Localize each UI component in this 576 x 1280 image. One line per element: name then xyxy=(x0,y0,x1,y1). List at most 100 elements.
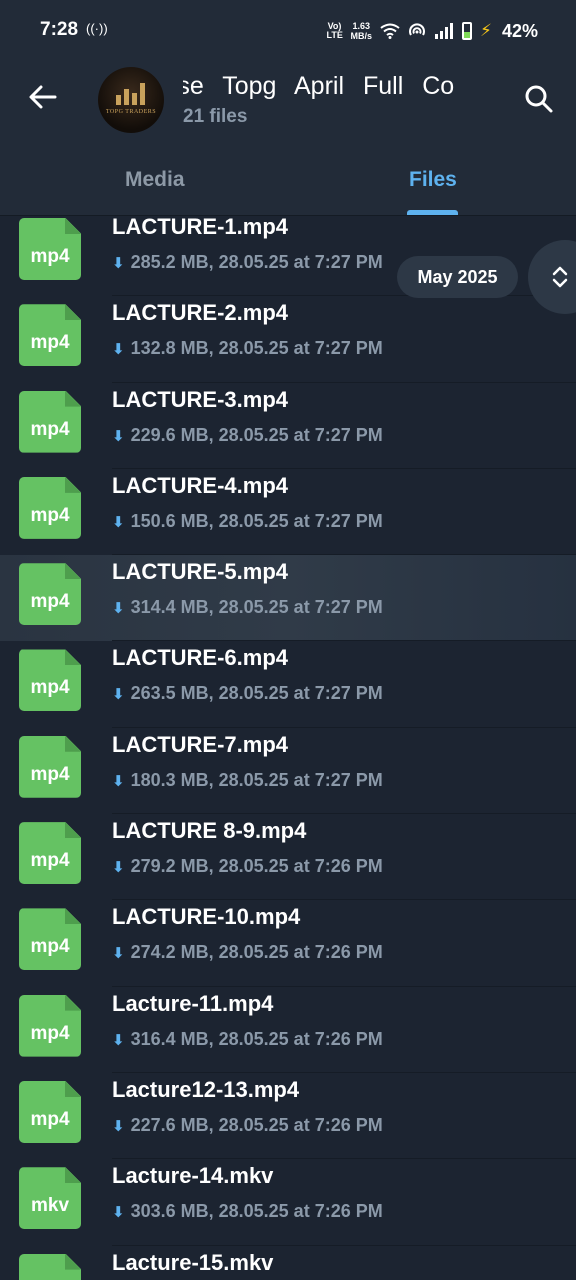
file-meta-text: 229.6 MB, 28.05.25 at 7:27 PM xyxy=(130,424,383,445)
search-icon xyxy=(525,85,553,113)
file-name: LACTURE-5.mp4 xyxy=(112,559,289,585)
file-list: mp4 LACTURE-1.mp4 ⬇ 285.2 MB, 28.05.25 at… xyxy=(0,216,576,1280)
status-bar: 7:28 ((·)) Vo) LTE 1.63 MB/s ⚡ 42% xyxy=(0,0,576,60)
charging-icon: ⚡ xyxy=(480,21,492,40)
file-name: LACTURE-3.mp4 xyxy=(112,386,289,412)
file-extension: mp4 xyxy=(30,504,70,526)
file-count: 21 files xyxy=(183,106,248,127)
file-meta-text: 263.5 MB, 28.05.25 at 7:27 PM xyxy=(130,683,383,704)
video-file-icon: mkv xyxy=(19,1253,81,1280)
file-extension: mp4 xyxy=(30,591,70,613)
download-arrow-icon: ⬇ xyxy=(112,945,125,963)
file-name: Lacture-15.mkv xyxy=(112,1249,274,1275)
date-section-pill: May 2025 xyxy=(397,256,518,298)
video-file-icon: mp4 xyxy=(19,649,81,712)
video-file-icon: mp4 xyxy=(19,476,81,539)
download-arrow-icon: ⬇ xyxy=(112,513,125,531)
tab-bar: Media Files xyxy=(0,154,576,216)
search-button[interactable] xyxy=(522,82,556,116)
file-meta-text: 274.2 MB, 28.05.25 at 7:26 PM xyxy=(130,942,383,963)
download-arrow-icon: ⬇ xyxy=(112,1117,125,1135)
file-row[interactable]: mp4 Lacture12-13.mp4 ⬇ 227.6 MB, 28.05.25… xyxy=(0,1073,576,1160)
file-name: LACTURE-4.mp4 xyxy=(112,472,289,498)
video-file-icon: mp4 xyxy=(19,563,81,626)
file-extension: mkv xyxy=(30,1195,70,1217)
file-extension: mp4 xyxy=(30,763,70,785)
file-row[interactable]: mp4 Lacture-11.mp4 ⬇ 316.4 MB, 28.05.25 a… xyxy=(0,987,576,1073)
video-file-icon: mp4 xyxy=(19,822,81,885)
status-time: 7:28 xyxy=(40,19,79,40)
file-row[interactable]: mp4 LACTURE-3.mp4 ⬇ 229.6 MB, 28.05.25 at… xyxy=(0,383,576,469)
file-name: LACTURE-10.mp4 xyxy=(112,904,301,930)
video-file-icon: mp4 xyxy=(19,304,81,367)
file-row[interactable]: mkv Lacture-15.mkv xyxy=(0,1246,576,1280)
file-extension: mp4 xyxy=(30,936,70,958)
download-arrow-icon: ⬇ xyxy=(112,1204,125,1222)
network-speed-value: 1.63 xyxy=(352,21,371,31)
file-row[interactable]: mp4 LACTURE 8-9.mp4 ⬇ 279.2 MB, 28.05.25 … xyxy=(0,814,576,901)
active-tab-indicator xyxy=(407,210,458,215)
file-meta: ⬇ 285.2 MB, 28.05.25 at 7:27 PM xyxy=(112,252,383,273)
file-meta: ⬇ 314.4 MB, 28.05.25 at 7:27 PM xyxy=(112,597,383,618)
file-meta: ⬇ 180.3 MB, 28.05.25 at 7:27 PM xyxy=(112,770,383,791)
file-extension: mp4 xyxy=(30,246,70,267)
status-icons: Vo) LTE 1.63 MB/s ⚡ 42% xyxy=(327,16,538,46)
video-file-icon: mp4 xyxy=(19,735,81,798)
file-name: LACTURE-6.mp4 xyxy=(112,645,289,671)
file-extension: mp4 xyxy=(30,418,70,440)
file-row[interactable]: mp4 LACTURE-7.mp4 ⬇ 180.3 MB, 28.05.25 at… xyxy=(0,728,576,815)
volte-icon: Vo) LTE xyxy=(326,21,343,40)
file-extension: mp4 xyxy=(30,332,70,354)
file-row-highlighted[interactable]: mp4 LACTURE-5.mp4 ⬇ 314.4 MB, 28.05.25 at… xyxy=(0,555,576,642)
download-arrow-icon: ⬇ xyxy=(112,1031,125,1049)
download-arrow-icon: ⬇ xyxy=(112,427,125,445)
file-row[interactable]: mkv Lacture-14.mkv ⬇ 303.6 MB, 28.05.25 a… xyxy=(0,1159,576,1246)
file-row[interactable]: mp4 LACTURE-2.mp4 ⬇ 132.8 MB, 28.05.25 at… xyxy=(0,296,576,383)
video-file-icon: mp4 xyxy=(19,994,81,1057)
tab-media[interactable]: Media xyxy=(125,168,185,192)
video-file-icon: mkv xyxy=(19,1167,81,1230)
file-name: Lacture12-13.mp4 xyxy=(112,1076,300,1102)
file-meta-text: 150.6 MB, 28.05.25 at 7:27 PM xyxy=(130,510,383,531)
avatar-logo-text: TOPG TRADERS xyxy=(105,109,157,115)
file-meta: ⬇ 150.6 MB, 28.05.25 at 7:27 PM xyxy=(112,511,383,532)
file-extension: mp4 xyxy=(30,850,70,872)
file-meta-text: 303.6 MB, 28.05.25 at 7:26 PM xyxy=(130,1201,383,1222)
file-row[interactable]: mp4 LACTURE-4.mp4 ⬇ 150.6 MB, 28.05.25 at… xyxy=(0,469,576,556)
file-extension: mp4 xyxy=(30,1108,70,1130)
chat-title-container[interactable]: rse Topg April Full Co xyxy=(183,72,455,104)
network-speed: 1.63 MB/s xyxy=(351,21,373,41)
back-button[interactable] xyxy=(26,80,60,114)
chat-title: rse Topg April Full Co xyxy=(183,72,455,100)
video-file-icon: mp4 xyxy=(19,1080,81,1143)
hotspot-icon: ((·)) xyxy=(86,21,108,36)
file-meta: ⬇ 132.8 MB, 28.05.25 at 7:27 PM xyxy=(112,338,383,359)
video-file-icon: mp4 xyxy=(19,390,81,453)
chat-avatar[interactable]: TOPG TRADERS xyxy=(98,67,164,133)
file-name: LACTURE-7.mp4 xyxy=(112,731,289,757)
file-meta: ⬇ 263.5 MB, 28.05.25 at 7:27 PM xyxy=(112,683,383,704)
video-file-icon: mp4 xyxy=(19,908,81,971)
download-arrow-icon: ⬇ xyxy=(112,600,125,618)
file-name: Lacture-11.mp4 xyxy=(112,990,274,1016)
file-meta-text: 279.2 MB, 28.05.25 at 7:26 PM xyxy=(130,856,383,877)
file-extension: mp4 xyxy=(30,1022,70,1044)
file-meta-text: 316.4 MB, 28.05.25 at 7:26 PM xyxy=(130,1028,383,1049)
download-arrow-icon: ⬇ xyxy=(112,341,125,359)
download-arrow-icon: ⬇ xyxy=(112,772,125,790)
tab-files[interactable]: Files xyxy=(409,168,457,192)
video-file-icon: mp4 xyxy=(19,218,81,280)
download-arrow-icon: ⬇ xyxy=(112,255,125,272)
hotspot-tether-icon xyxy=(409,23,426,36)
file-meta-text: 285.2 MB, 28.05.25 at 7:27 PM xyxy=(130,252,383,272)
file-meta: ⬇ 303.6 MB, 28.05.25 at 7:26 PM xyxy=(112,1201,383,1222)
file-row[interactable]: mp4 LACTURE-10.mp4 ⬇ 274.2 MB, 28.05.25 a… xyxy=(0,900,576,987)
download-arrow-icon: ⬇ xyxy=(112,859,125,877)
file-meta: ⬇ 279.2 MB, 28.05.25 at 7:26 PM xyxy=(112,856,383,877)
file-meta-text: 132.8 MB, 28.05.25 at 7:27 PM xyxy=(130,338,383,359)
signal-icon xyxy=(435,23,454,39)
file-name: LACTURE 8-9.mp4 xyxy=(112,818,307,844)
file-meta-text: 227.6 MB, 28.05.25 at 7:26 PM xyxy=(130,1114,383,1135)
wifi-icon xyxy=(380,23,400,39)
file-row[interactable]: mp4 LACTURE-6.mp4 ⬇ 263.5 MB, 28.05.25 at… xyxy=(0,641,576,728)
